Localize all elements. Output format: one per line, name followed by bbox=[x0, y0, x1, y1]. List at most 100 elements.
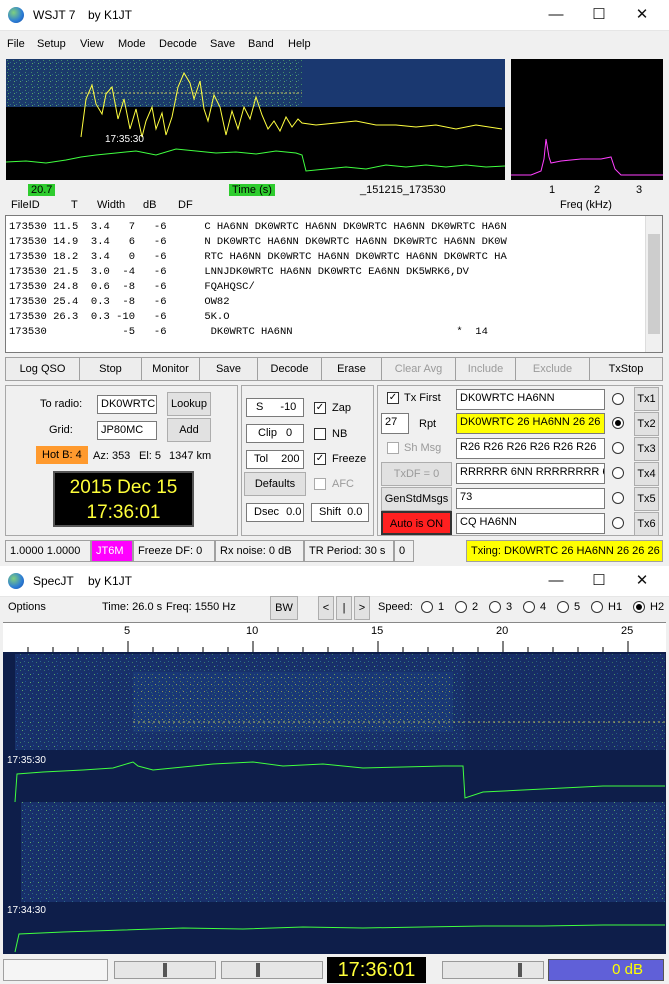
nav-right-button[interactable]: > bbox=[354, 596, 370, 620]
txstop-button[interactable]: TxStop bbox=[590, 358, 662, 380]
nav-pause-button[interactable]: | bbox=[336, 596, 352, 620]
speed-radio-5[interactable] bbox=[557, 601, 569, 613]
tol-field[interactable]: Tol 200 bbox=[246, 450, 304, 469]
tx5-message[interactable]: 73 bbox=[456, 488, 605, 509]
clear-avg-button[interactable]: Clear Avg bbox=[382, 358, 456, 380]
decode-scrollbar[interactable] bbox=[645, 216, 662, 352]
menu-setup[interactable]: Setup bbox=[37, 38, 66, 50]
monitor-button[interactable]: Monitor bbox=[142, 358, 200, 380]
tx5-radio[interactable] bbox=[612, 492, 624, 504]
minimize-icon[interactable]: — bbox=[540, 570, 572, 592]
db-meter: 0 dB bbox=[548, 959, 664, 981]
col-df: DF bbox=[178, 199, 193, 211]
tx6-message[interactable]: CQ HA6NN bbox=[456, 513, 605, 534]
tx5-button[interactable]: Tx5 bbox=[634, 487, 659, 511]
tx3-radio[interactable] bbox=[612, 442, 624, 454]
decode-row[interactable]: 173530 18.2 3.4 0 -6 RTC HA6NN DK0WRTC H… bbox=[9, 250, 507, 265]
ruler-tick-label: 20 bbox=[496, 625, 509, 637]
decode-row[interactable]: 173530 24.8 0.6 -8 -6 FQAHQSC/ bbox=[9, 280, 255, 295]
slider-thumb[interactable] bbox=[163, 963, 167, 977]
sh-msg-checkbox[interactable] bbox=[387, 442, 399, 454]
defaults-button[interactable]: Defaults bbox=[244, 472, 306, 496]
tx3-message[interactable]: R26 R26 R26 R26 R26 R26 bbox=[456, 438, 605, 459]
add-button[interactable]: Add bbox=[167, 418, 211, 442]
tx-first-checkbox[interactable]: ✓ bbox=[387, 392, 399, 404]
scroll-thumb[interactable] bbox=[648, 234, 660, 334]
log-qso-button[interactable]: Log QSO bbox=[6, 358, 80, 380]
maximize-icon[interactable]: ☐ bbox=[583, 4, 615, 26]
decode-row[interactable]: 173530 14.9 3.4 6 -6 N DK0WRTC HA6NN DK0… bbox=[9, 235, 507, 250]
tx2-button[interactable]: Tx2 bbox=[634, 412, 659, 436]
erase-button[interactable]: Erase bbox=[322, 358, 382, 380]
stop-button[interactable]: Stop bbox=[80, 358, 142, 380]
tx1-message[interactable]: DK0WRTC HA6NN bbox=[456, 389, 605, 410]
bw-button[interactable]: BW bbox=[270, 596, 298, 620]
auto-button[interactable]: Auto is ON bbox=[381, 511, 452, 535]
freeze-checkbox[interactable]: ✓ bbox=[314, 453, 326, 465]
decode-list[interactable]: 173530 11.5 3.4 7 -6 C HA6NN DK0WRTC HA6… bbox=[5, 215, 663, 353]
contrast-slider[interactable] bbox=[442, 961, 544, 979]
tx2-message[interactable]: DK0WRTC 26 HA6NN 26 26 26 bbox=[456, 413, 605, 434]
tx2-radio[interactable] bbox=[612, 417, 624, 429]
menu-mode[interactable]: Mode bbox=[118, 38, 146, 50]
rpt-field[interactable]: 27 bbox=[381, 413, 409, 434]
window-author: by K1JT bbox=[88, 8, 133, 22]
exclude-button[interactable]: Exclude bbox=[516, 358, 590, 380]
tx6-radio[interactable] bbox=[612, 517, 624, 529]
tx4-button[interactable]: Tx4 bbox=[634, 462, 659, 486]
ruler-ticks bbox=[27, 641, 629, 653]
save-button[interactable]: Save bbox=[200, 358, 258, 380]
nav-left-button[interactable]: < bbox=[318, 596, 334, 620]
include-button[interactable]: Include bbox=[456, 358, 516, 380]
speed-radio-4[interactable] bbox=[523, 601, 535, 613]
slider-thumb[interactable] bbox=[256, 963, 260, 977]
to-radio-field[interactable]: DK0WRTC bbox=[97, 395, 157, 414]
menu-save[interactable]: Save bbox=[210, 38, 235, 50]
menu-view[interactable]: View bbox=[80, 38, 104, 50]
zap-checkbox[interactable]: ✓ bbox=[314, 402, 326, 414]
tx3-button[interactable]: Tx3 bbox=[634, 437, 659, 461]
decode-row[interactable]: 173530 25.4 0.3 -8 -6 OW82 bbox=[9, 295, 230, 310]
decode-row[interactable]: 173530 26.3 0.3 -10 -6 5K.O bbox=[9, 310, 230, 325]
tx4-message[interactable]: RRRRRR 6NN RRRRRRRR 6NN bbox=[456, 463, 605, 484]
decode-row[interactable]: 173530 21.5 3.0 -4 -6 LNNJDK0WRTC HA6NN … bbox=[9, 265, 469, 280]
speed-radio-3[interactable] bbox=[489, 601, 501, 613]
decode-button[interactable]: Decode bbox=[258, 358, 322, 380]
menu-band[interactable]: Band bbox=[248, 38, 274, 50]
tx4-radio[interactable] bbox=[612, 467, 624, 479]
status-zero: 0 bbox=[394, 540, 414, 562]
menu-file[interactable]: File bbox=[7, 38, 25, 50]
shift-field[interactable]: Shift 0.0 bbox=[311, 503, 369, 522]
lookup-button[interactable]: Lookup bbox=[167, 392, 211, 416]
menu-decode[interactable]: Decode bbox=[159, 38, 197, 50]
close-icon[interactable]: ✕ bbox=[626, 4, 658, 26]
clip-field[interactable]: Clip 0 bbox=[246, 424, 304, 443]
gain-slider[interactable] bbox=[114, 961, 216, 979]
dsec-field[interactable]: Dsec 0.0 bbox=[246, 503, 304, 522]
afc-checkbox[interactable] bbox=[314, 478, 326, 490]
speed-radio-h2[interactable] bbox=[633, 601, 645, 613]
nb-checkbox[interactable] bbox=[314, 428, 326, 440]
txdf-button[interactable]: TxDF = 0 bbox=[381, 462, 452, 486]
decode-row[interactable]: 173530 -5 -6 DK0WRTC HA6NN * 14 bbox=[9, 325, 488, 340]
time-ruler bbox=[3, 622, 666, 653]
speed-radio-2[interactable] bbox=[455, 601, 467, 613]
menu-help[interactable]: Help bbox=[288, 38, 311, 50]
options-menu[interactable]: Options bbox=[8, 601, 46, 613]
maximize-icon[interactable]: ☐ bbox=[583, 570, 615, 592]
slider-thumb[interactable] bbox=[518, 963, 522, 977]
minimize-icon[interactable]: — bbox=[540, 4, 572, 26]
genstdmsgs-button[interactable]: GenStdMsgs bbox=[381, 487, 452, 511]
spectrum-panel[interactable]: 17:35:30 bbox=[6, 59, 505, 180]
s-field[interactable]: S -10 bbox=[246, 398, 304, 417]
close-icon[interactable]: ✕ bbox=[626, 570, 658, 592]
tx1-button[interactable]: Tx1 bbox=[634, 387, 659, 411]
grid-field[interactable]: JP80MC bbox=[97, 421, 157, 440]
speed-radio-1[interactable] bbox=[421, 601, 433, 613]
waterfall-display[interactable] bbox=[3, 652, 666, 954]
speed-radio-h1[interactable] bbox=[591, 601, 603, 613]
tx1-radio[interactable] bbox=[612, 393, 624, 405]
decode-row[interactable]: 173530 11.5 3.4 7 -6 C HA6NN DK0WRTC HA6… bbox=[9, 220, 507, 235]
tx6-button[interactable]: Tx6 bbox=[634, 512, 659, 536]
zero-slider[interactable] bbox=[221, 961, 323, 979]
